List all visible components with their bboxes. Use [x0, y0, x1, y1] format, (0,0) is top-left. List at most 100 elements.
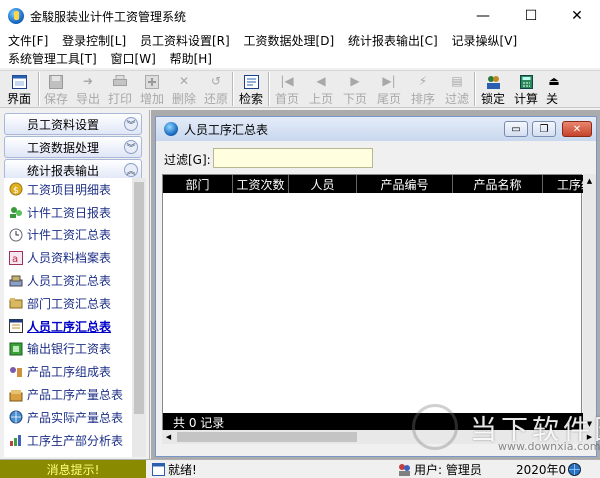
menu-file[interactable]: 文件[F]	[8, 34, 48, 48]
sidebar-item-product-actual-output-total[interactable]: 产品实际产量总表	[4, 406, 132, 429]
child-minimize-button[interactable]: ▭	[504, 121, 528, 137]
scrollbar-thumb[interactable]	[134, 182, 144, 414]
toolbar-restore-button[interactable]: ↺ 还原	[200, 71, 232, 107]
scroll-left-icon[interactable]: ◀	[162, 430, 175, 444]
scrollbar-thumb[interactable]	[177, 432, 357, 442]
toolbar-print-button[interactable]: 打印	[104, 71, 136, 107]
chevron-down-icon[interactable]: ︾	[124, 117, 138, 131]
child-close-button[interactable]: ✕	[562, 121, 592, 137]
green-people-icon	[8, 205, 23, 220]
column-header-product-code[interactable]: 产品编号	[357, 175, 453, 193]
scroll-down-icon[interactable]: ▼	[583, 417, 596, 430]
first-page-icon: |◀	[280, 74, 294, 88]
sidebar-item-product-process-output-total[interactable]: 产品工序产量总表	[4, 383, 132, 406]
sidebar-section-wage-processing[interactable]: 工资数据处理 ︾	[4, 136, 142, 158]
globe-icon	[568, 462, 582, 476]
column-header-department[interactable]: 部门	[163, 175, 233, 193]
report-window: 人员工序汇总表 ▭ ❐ ✕ 过滤[G]: 部门 工资次数 人员 产品编号 产品名…	[155, 116, 597, 457]
printer-icon	[112, 74, 128, 89]
sidebar-item-piecework-daily[interactable]: 计件工资日报表	[4, 201, 132, 224]
toolbar-filter-button[interactable]: ▤ 过滤	[440, 71, 474, 107]
toolbar-search-button[interactable]: 检索	[234, 71, 268, 107]
sidebar-item-personnel-process-summary[interactable]: 人员工序汇总表	[4, 315, 132, 338]
calculator-icon	[518, 74, 534, 89]
toolbar-interface-button[interactable]: 界面	[0, 71, 38, 107]
menu-login-control[interactable]: 登录控制[L]	[62, 34, 126, 48]
sidebar-item-personnel-wage-summary[interactable]: 人员工资汇总表	[4, 269, 132, 292]
window-title: 金駿服装业计件工资管理系统	[30, 9, 187, 24]
menu-wage-processing[interactable]: 工资数据处理[D]	[244, 34, 335, 48]
mdi-workspace: 人员工序汇总表 ▭ ❐ ✕ 过滤[G]: 部门 工资次数 人员 产品编号 产品名…	[151, 110, 600, 459]
toolbar-save-button[interactable]: 保存	[40, 71, 72, 107]
column-header-wage-count[interactable]: 工资次数	[233, 175, 289, 193]
scroll-up-icon[interactable]: ▲	[583, 174, 596, 187]
grid-vertical-scrollbar[interactable]: ▲ ▼	[583, 174, 596, 430]
toolbar-next-page-button[interactable]: ▶ 下页	[338, 71, 372, 107]
toolbar-lock-button[interactable]: 锁定	[476, 71, 510, 107]
undo-icon: ↺	[210, 74, 222, 88]
add-record-icon	[144, 74, 160, 89]
report-window-titlebar[interactable]: 人员工序汇总表 ▭ ❐ ✕	[156, 117, 596, 141]
toolbar-add-button[interactable]: 增加	[136, 71, 168, 107]
sidebar-item-product-process-composition[interactable]: 产品工序组成表	[4, 360, 132, 383]
column-header-person[interactable]: 人员	[289, 175, 357, 193]
status-message: 消息提示!	[0, 460, 146, 478]
window-icon	[11, 74, 27, 89]
sidebar: 员工资料设置 ︾ 工资数据处理 ︾ 统计报表输出 ︽ $ 工资项目明细表 计件工资…	[0, 110, 150, 459]
people-chart-icon	[8, 364, 23, 379]
toolbar-sort-button[interactable]: ⚡ 排序	[406, 71, 440, 107]
grid-header: 部门 工资次数 人员 产品编号 产品名称 工序编	[163, 175, 583, 193]
toolbar-export-button[interactable]: ➜ 导出	[72, 71, 104, 107]
child-restore-button[interactable]: ❐	[532, 121, 556, 137]
column-header-product-name[interactable]: 产品名称	[453, 175, 543, 193]
delete-icon: ✕	[178, 74, 190, 88]
report-window-title: 人员工序汇总表	[184, 122, 269, 137]
toolbar-last-page-button[interactable]: ▶| 尾页	[372, 71, 406, 107]
title-bar: 金駿服装业计件工资管理系统 — ☐ ✕	[0, 0, 600, 32]
status-bar: 消息提示! 就绪! 用户: 管理员 2020年0	[0, 459, 600, 478]
sidebar-item-bank-wage-output[interactable]: 输出银行工资表	[4, 338, 132, 361]
scroll-right-icon[interactable]: ▶	[583, 430, 596, 444]
folder-icon	[8, 296, 23, 311]
sidebar-item-process-production-analysis[interactable]: 工序生产部分析表	[4, 429, 132, 452]
filter-icon: ▤	[451, 74, 463, 88]
users-icon	[399, 463, 410, 476]
app-icon	[164, 122, 178, 136]
next-page-icon: ▶	[350, 74, 360, 88]
column-header-process-code[interactable]: 工序编	[543, 175, 583, 193]
toolbar-delete-button[interactable]: ✕ 删除	[168, 71, 200, 107]
sidebar-item-wage-item-details[interactable]: $ 工资项目明细表	[4, 178, 132, 201]
toolbar: 界面 保存 ➜ 导出 打印 增加 ✕ 删除 ↺ 还原 检索 |◀ 首页 ◀ 上页…	[0, 70, 600, 108]
menu-window[interactable]: 窗口[W]	[111, 52, 156, 66]
stack-icon	[8, 273, 23, 288]
status-date: 2020年0	[516, 460, 600, 478]
export-icon: ➜	[82, 74, 94, 88]
menu-bar: 文件[F] 登录控制[L] 员工资料设置[R] 工资数据处理[D] 统计报表输出…	[0, 32, 600, 68]
report-list: $ 工资项目明细表 计件工资日报表 计件工资汇总表 a 人员资料档案表 人员工资汇总…	[4, 178, 132, 457]
toolbar-prev-page-button[interactable]: ◀ 上页	[304, 71, 338, 107]
sidebar-item-piecework-summary[interactable]: 计件工资汇总表	[4, 224, 132, 247]
filter-input[interactable]	[213, 148, 373, 168]
sidebar-section-employee-settings[interactable]: 员工资料设置 ︾	[4, 113, 142, 135]
toolbar-close-button[interactable]: ⏏ 关	[542, 71, 562, 107]
grid-horizontal-scrollbar[interactable]: ◀ ▶	[162, 430, 596, 444]
menu-system-tools[interactable]: 系统管理工具[T]	[8, 52, 97, 66]
menu-help[interactable]: 帮助[H]	[170, 52, 212, 66]
chevron-down-icon[interactable]: ︾	[124, 140, 138, 154]
sidebar-item-personnel-files[interactable]: a 人员资料档案表	[4, 246, 132, 269]
sidebar-scrollbar[interactable]	[132, 178, 146, 457]
menu-record-ops[interactable]: 记录操纵[V]	[452, 34, 518, 48]
status-user: 用户: 管理员	[398, 460, 482, 478]
menu-employee-settings[interactable]: 员工资料设置[R]	[140, 34, 230, 48]
toolbar-calculate-button[interactable]: 计算	[510, 71, 542, 107]
status-ready: 就绪!	[152, 460, 197, 478]
minimize-button[interactable]: —	[460, 0, 506, 32]
floppy-icon	[48, 74, 64, 89]
data-grid[interactable]: 部门 工资次数 人员 产品编号 产品名称 工序编 共 0 记录	[162, 174, 583, 431]
menu-report-output[interactable]: 统计报表输出[C]	[348, 34, 438, 48]
close-button[interactable]: ✕	[554, 0, 600, 32]
sidebar-item-department-wage-summary[interactable]: 部门工资汇总表	[4, 292, 132, 315]
maximize-button[interactable]: ☐	[508, 0, 554, 32]
toolbar-first-page-button[interactable]: |◀ 首页	[270, 71, 304, 107]
chevron-up-icon[interactable]: ︽	[124, 163, 138, 177]
